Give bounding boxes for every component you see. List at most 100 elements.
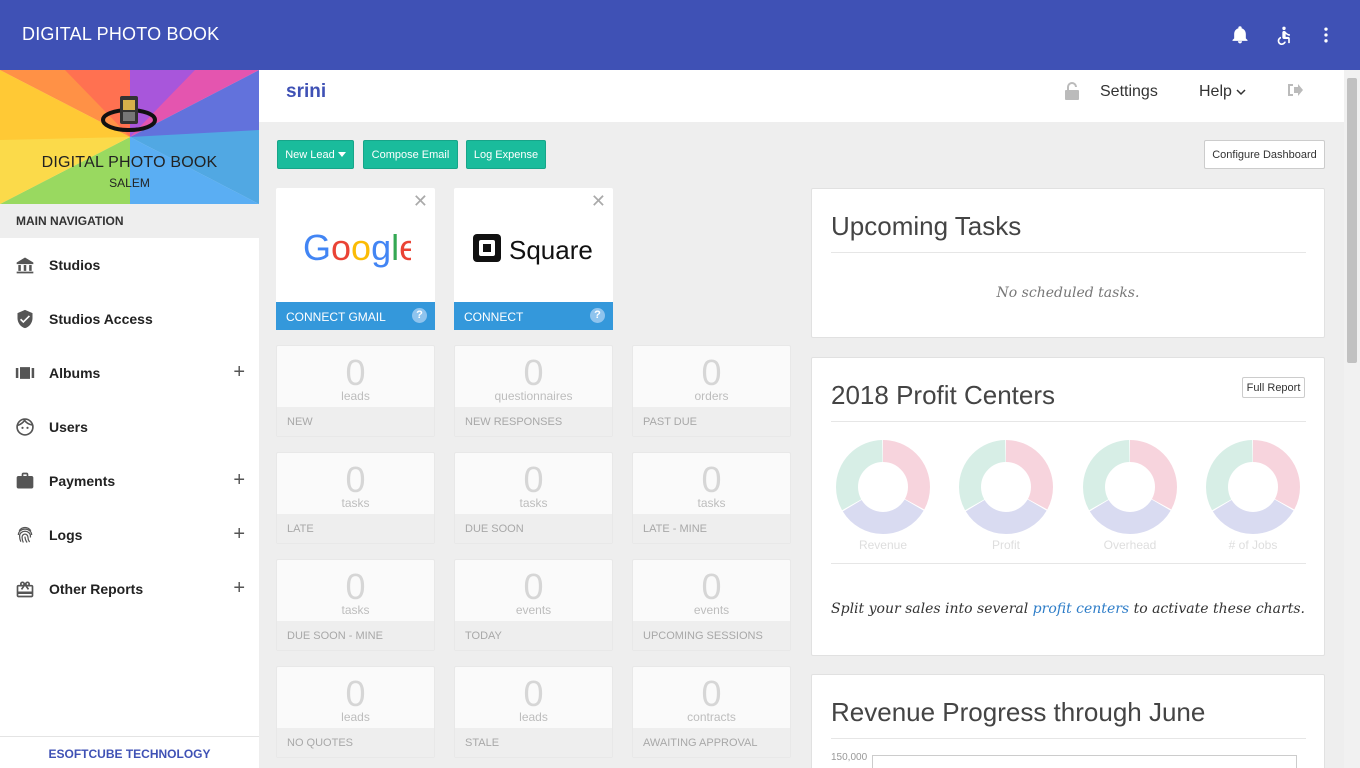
sidebar-item-users[interactable]: Users: [0, 400, 259, 454]
help-menu[interactable]: Help: [1199, 83, 1246, 101]
stat-value: 0: [345, 566, 366, 607]
app-title: DIGITAL PHOTO BOOK: [22, 24, 220, 44]
stat-unit: orders: [694, 389, 729, 403]
profit-donut-chart: [1206, 440, 1300, 534]
upcoming-tasks-title: Upcoming Tasks: [831, 211, 1022, 241]
sub-header: srini Settings Help: [259, 70, 1344, 122]
profit-centers-hint: Split your sales into several profit cen…: [811, 601, 1325, 617]
google-integration-card: ✕ Google CONNECT GMAIL ?: [276, 188, 435, 330]
stat-tile[interactable]: 0 tasks DUE SOON - MINE: [276, 559, 435, 651]
connect-gmail-button[interactable]: CONNECT GMAIL ?: [276, 302, 435, 330]
stat-tile[interactable]: 0 leads NO QUOTES: [276, 666, 435, 758]
expand-plus-icon[interactable]: +: [233, 470, 245, 490]
new-lead-button[interactable]: New Lead: [277, 140, 354, 169]
top-app-bar: DIGITAL PHOTO BOOK: [0, 0, 1360, 70]
accessibility-icon[interactable]: [1273, 24, 1295, 46]
bank-icon: [14, 254, 36, 276]
no-tasks-message: No scheduled tasks.: [996, 285, 1140, 301]
revenue-progress-panel: Revenue Progress through June: [811, 674, 1325, 768]
revenue-chart-area: [872, 755, 1297, 768]
stat-tile[interactable]: 0 leads NEW: [276, 345, 435, 437]
stat-unit: events: [693, 603, 730, 617]
stat-label: AWAITING APPROVAL: [633, 728, 790, 757]
sidebar: DIGITAL PHOTO BOOK SALEM MAIN NAVIGATION…: [0, 70, 259, 768]
sidebar-item-label: Other Reports: [49, 581, 144, 597]
albums-icon: [14, 362, 36, 384]
stat-unit: leads: [519, 710, 548, 724]
shield-check-icon: [14, 308, 36, 330]
sidebar-item-albums[interactable]: Albums +: [0, 346, 259, 400]
stat-tile[interactable]: 0 events TODAY: [454, 559, 613, 651]
connect-square-label: CONNECT: [464, 310, 524, 324]
square-logo-text: Square: [509, 235, 593, 265]
sidebar-item-label: Studios Access: [49, 311, 153, 327]
close-icon[interactable]: ✕: [413, 191, 428, 212]
profit-donut-chart: [959, 440, 1053, 534]
expand-plus-icon[interactable]: +: [233, 578, 245, 598]
stat-tile[interactable]: 0 events UPCOMING SESSIONS: [632, 559, 791, 651]
username[interactable]: srini: [286, 81, 326, 103]
stat-value: 0: [345, 673, 366, 714]
stat-value: 0: [345, 459, 366, 500]
profit-donut-chart: [1083, 440, 1177, 534]
stat-tile[interactable]: 0 leads STALE: [454, 666, 613, 758]
full-report-button[interactable]: Full Report: [1242, 377, 1305, 398]
stat-label: LATE - MINE: [633, 514, 790, 543]
fingerprint-icon: [14, 524, 36, 546]
help-circle-icon[interactable]: ?: [412, 308, 427, 323]
stat-tile[interactable]: 0 contracts AWAITING APPROVAL: [632, 666, 791, 758]
stat-label: NEW RESPONSES: [455, 407, 612, 436]
gift-icon: [14, 578, 36, 600]
stat-label: TODAY: [455, 621, 612, 650]
stat-unit: contracts: [687, 710, 736, 724]
stat-tile[interactable]: 0 orders PAST DUE: [632, 345, 791, 437]
donut-label: Overhead: [1103, 538, 1157, 552]
bell-icon[interactable]: [1229, 24, 1251, 46]
lock-icon[interactable]: [1065, 82, 1079, 105]
stat-label: DUE SOON - MINE: [277, 621, 434, 650]
stat-tile[interactable]: 0 tasks LATE - MINE: [632, 452, 791, 544]
revenue-axis-label: 150,000: [831, 752, 868, 763]
expand-plus-icon[interactable]: +: [233, 362, 245, 382]
logout-icon[interactable]: [1287, 83, 1303, 102]
stat-value: 0: [701, 673, 722, 714]
sidebar-item-other-reports[interactable]: Other Reports +: [0, 562, 259, 616]
profit-donut-chart: [836, 440, 930, 534]
stat-unit: questionnaires: [494, 389, 573, 403]
upcoming-tasks-panel: Upcoming Tasks No scheduled tasks.: [811, 188, 1325, 338]
stat-value: 0: [345, 352, 366, 393]
configure-dashboard-button[interactable]: Configure Dashboard: [1204, 140, 1325, 169]
stat-label: LATE: [277, 514, 434, 543]
donut-label: # of Jobs: [1228, 538, 1278, 552]
sidebar-item-studios[interactable]: Studios: [0, 238, 259, 292]
sidebar-item-label: Logs: [49, 527, 83, 543]
stat-tile[interactable]: 0 tasks LATE: [276, 452, 435, 544]
stat-unit: tasks: [519, 496, 548, 510]
profit-centers-link[interactable]: profit centers: [1033, 601, 1129, 617]
settings-link[interactable]: Settings: [1100, 83, 1158, 101]
sidebar-item-payments[interactable]: Payments +: [0, 454, 259, 508]
panel-divider: [831, 563, 1306, 564]
stat-label: STALE: [455, 728, 612, 757]
connect-square-button[interactable]: CONNECT ?: [454, 302, 613, 330]
stat-unit: tasks: [697, 496, 726, 510]
brand-subtitle: SALEM: [109, 176, 150, 190]
page-scrollbar[interactable]: [1344, 70, 1360, 768]
sidebar-item-logs[interactable]: Logs +: [0, 508, 259, 562]
compose-email-button[interactable]: Compose Email: [363, 140, 458, 169]
stat-label: NO QUOTES: [277, 728, 434, 757]
log-expense-button[interactable]: Log Expense: [466, 140, 546, 169]
stat-tile[interactable]: 0 questionnaires NEW RESPONSES: [454, 345, 613, 437]
help-circle-icon[interactable]: ?: [590, 308, 605, 323]
stat-value: 0: [523, 566, 544, 607]
expand-plus-icon[interactable]: +: [233, 524, 245, 544]
scrollbar-thumb[interactable]: [1347, 78, 1357, 363]
face-icon: [14, 416, 36, 438]
panel-divider: [831, 252, 1306, 253]
stat-tile[interactable]: 0 tasks DUE SOON: [454, 452, 613, 544]
sidebar-item-label: Albums: [49, 365, 101, 381]
close-icon[interactable]: ✕: [591, 191, 606, 212]
more-vert-icon[interactable]: [1315, 24, 1337, 46]
brand-name: DIGITAL PHOTO BOOK: [41, 154, 218, 171]
sidebar-item-studios-access[interactable]: Studios Access: [0, 292, 259, 346]
